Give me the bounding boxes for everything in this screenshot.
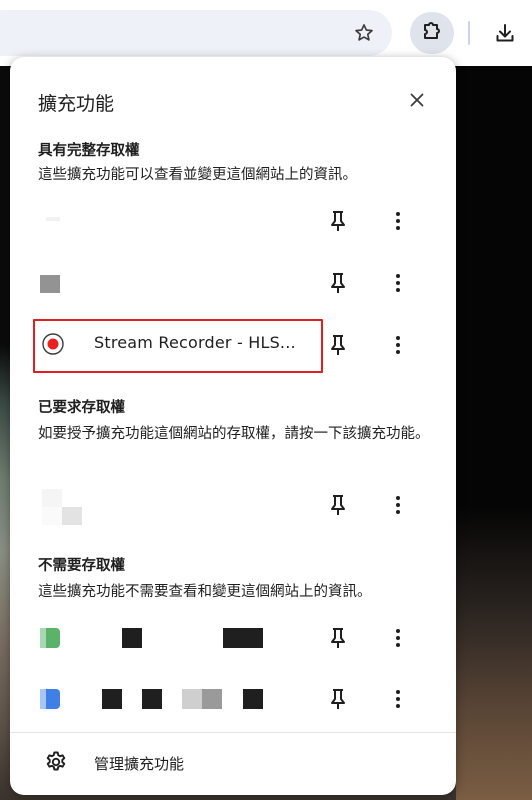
download-icon[interactable] [490,18,520,48]
section-title-no-access: 不需要存取權 [38,558,125,574]
more-vert-icon[interactable] [386,491,410,519]
extension-row[interactable] [10,193,456,249]
record-icon [40,331,66,357]
pin-icon[interactable] [326,491,350,519]
pin-icon[interactable] [326,624,350,652]
pin-icon[interactable] [326,207,350,235]
toolbar-separator [468,21,470,45]
extensions-button[interactable] [410,12,454,54]
extension-name: Stream Recorder - HLS... [94,333,296,352]
extension-row[interactable] [10,671,456,727]
section-title-requested-access: 已要求存取權 [38,400,125,416]
extension-icon [40,269,66,295]
more-vert-icon[interactable] [386,624,410,652]
section-desc-no-access: 這些擴充功能不需要查看和變更這個網站上的資訊。 [38,584,372,600]
close-icon[interactable] [404,87,430,113]
section-desc-full-access: 這些擴充功能可以查看並變更這個網站上的資訊。 [38,167,357,183]
gear-icon [44,750,68,774]
extension-row[interactable] [10,255,456,311]
extension-row[interactable] [10,610,456,666]
star-icon[interactable] [351,20,377,46]
pin-icon[interactable] [326,331,350,359]
section-desc-requested-access: 如要授予擴充功能這個網站的存取權，請按一下該擴充功能。 [38,426,430,442]
pin-icon[interactable] [326,685,350,713]
popup-title: 擴充功能 [38,93,115,115]
manage-extensions-button[interactable]: 管理擴充功能 [10,733,456,795]
more-vert-icon[interactable] [386,331,410,359]
pin-icon[interactable] [326,269,350,297]
extension-icon [40,487,84,527]
address-bar[interactable] [0,10,392,56]
puzzle-icon [420,19,444,47]
more-vert-icon[interactable] [386,207,410,235]
page-background-right [456,66,532,800]
manage-extensions-label: 管理擴充功能 [94,755,185,773]
more-vert-icon[interactable] [386,269,410,297]
extension-row[interactable] [10,477,456,533]
extensions-popup: 擴充功能 具有完整存取權 這些擴充功能可以查看並變更這個網站上的資訊。 Stre… [10,57,456,795]
extension-icon [40,624,300,650]
extension-icon [40,207,66,233]
extension-icon [40,685,300,711]
section-title-full-access: 具有完整存取權 [38,143,140,159]
extension-row-stream-recorder[interactable]: Stream Recorder - HLS... [10,317,456,373]
more-vert-icon[interactable] [386,685,410,713]
